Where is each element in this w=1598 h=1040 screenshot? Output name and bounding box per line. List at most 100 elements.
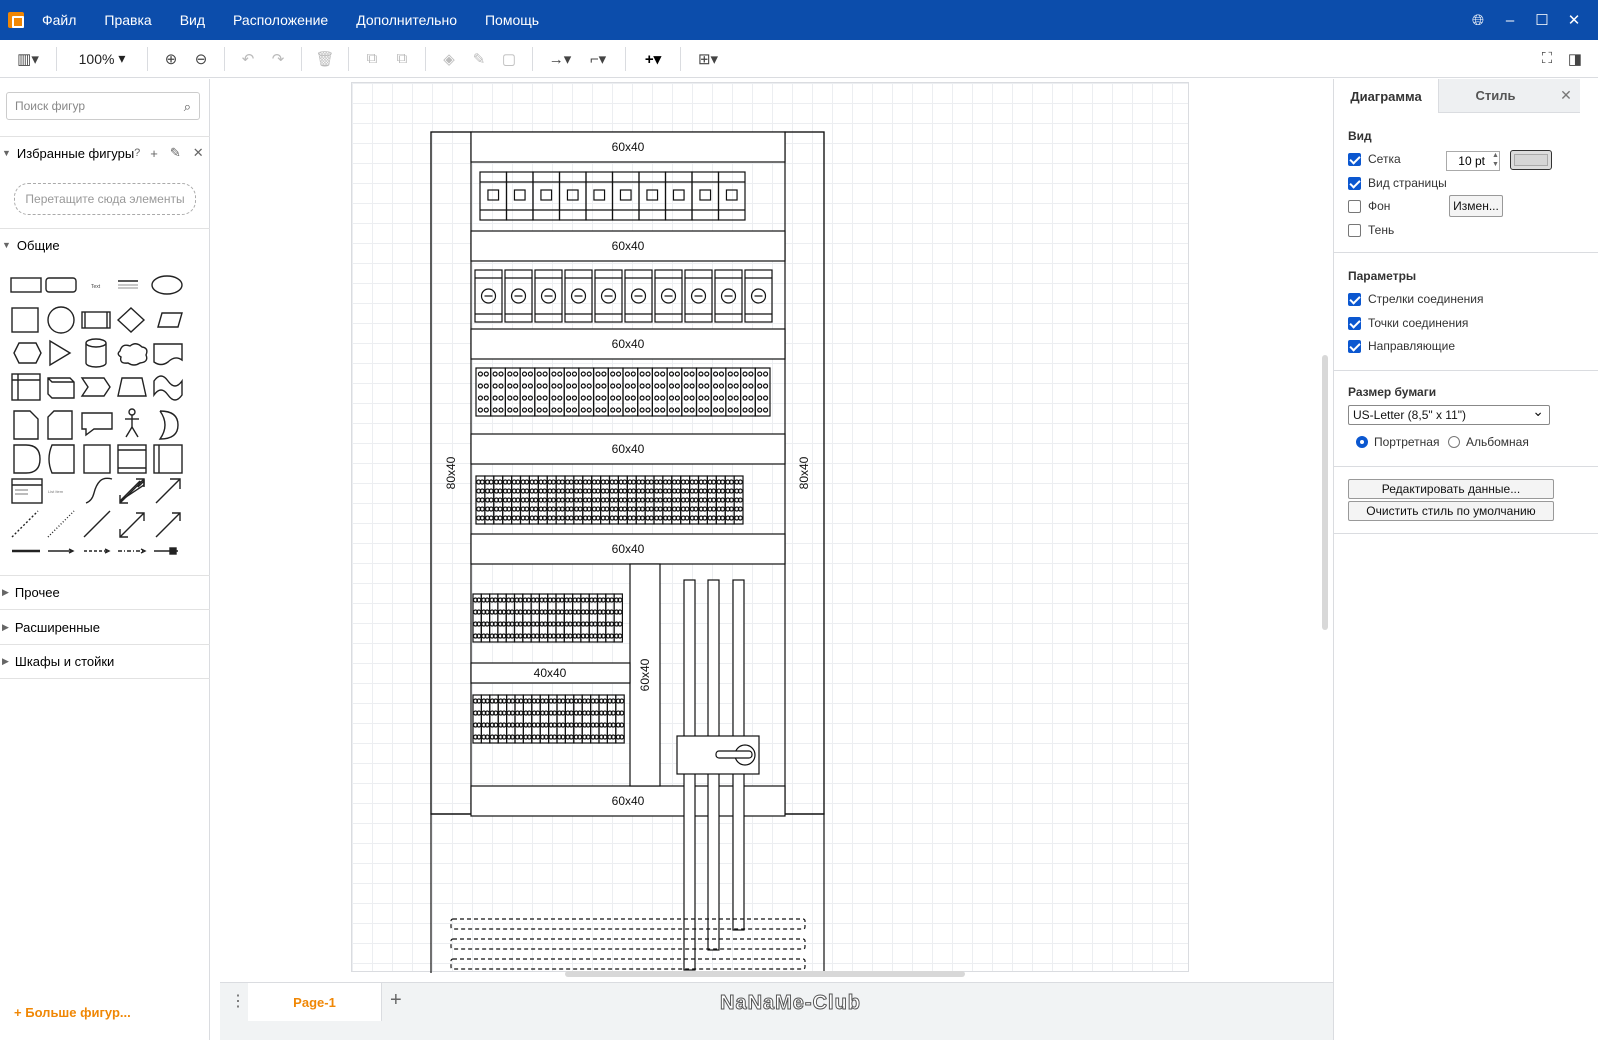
terminal-block[interactable] <box>513 593 524 643</box>
terminal-block[interactable] <box>580 593 590 643</box>
terminal-block[interactable] <box>538 593 549 643</box>
menu-arrange[interactable]: Расположение <box>233 12 328 28</box>
edit-icon[interactable]: ✎ <box>170 145 181 161</box>
circuit-breaker[interactable] <box>611 171 640 221</box>
other-header[interactable]: ▶ Прочее <box>0 576 210 608</box>
zoom-select[interactable]: 100% ▾ <box>67 46 137 72</box>
circuit-breaker[interactable] <box>479 171 508 221</box>
terminal-block[interactable] <box>548 694 558 744</box>
terminal-block[interactable] <box>514 694 524 744</box>
connection-icon[interactable]: →▾ <box>543 46 577 72</box>
shadow-checkbox[interactable]: Тень <box>1348 223 1394 237</box>
busbar-1[interactable] <box>683 579 696 971</box>
terminal-block[interactable] <box>666 367 683 417</box>
landscape-radio[interactable]: Альбомная <box>1448 435 1529 449</box>
close-icon[interactable]: ✕ <box>1552 79 1580 113</box>
advanced-header[interactable]: ▶ Расширенные <box>0 611 210 643</box>
menu-edit[interactable]: Правка <box>104 12 151 28</box>
undo-icon[interactable]: ↶ <box>235 46 261 72</box>
terminal-block[interactable] <box>706 475 717 525</box>
terminal-block[interactable] <box>519 475 530 525</box>
terminal-block[interactable] <box>622 367 639 417</box>
terminal-block[interactable] <box>522 593 532 643</box>
more-shapes-button[interactable]: + Больше фигур... <box>14 1005 131 1020</box>
globe-icon[interactable]: 🌐︎ <box>1462 12 1494 29</box>
terminal-block[interactable] <box>493 475 504 525</box>
terminal-block[interactable] <box>555 475 566 525</box>
terminal-block[interactable] <box>617 475 628 525</box>
terminal-block[interactable] <box>484 475 495 525</box>
terminal-block[interactable] <box>564 475 575 525</box>
terminal-block[interactable] <box>475 367 492 417</box>
terminal-block[interactable] <box>653 475 664 525</box>
tab-page-1[interactable]: Page-1 <box>248 983 382 1021</box>
fill-color-icon[interactable]: ◈ <box>436 46 462 72</box>
terminal-block[interactable] <box>608 475 619 525</box>
terminal-block[interactable] <box>556 694 566 744</box>
circuit-breaker[interactable] <box>532 171 561 221</box>
to-back-icon[interactable]: ⧉ <box>389 46 415 72</box>
terminal-block[interactable] <box>635 475 646 525</box>
terminal-block[interactable] <box>615 694 625 744</box>
vertical-scrollbar[interactable] <box>1322 355 1328 630</box>
grid-checkbox[interactable]: Сетка <box>1348 152 1401 166</box>
terminal-block[interactable] <box>651 367 668 417</box>
terminal-block[interactable] <box>578 367 595 417</box>
terminal-block[interactable] <box>497 694 508 744</box>
favorites-drop-zone[interactable]: Перетащите сюда элементы <box>14 183 196 215</box>
format-panel-icon[interactable]: ▥▾ <box>10 46 46 72</box>
terminal-block[interactable] <box>733 475 744 525</box>
insert-icon[interactable]: +▾ <box>636 46 670 72</box>
rcd-breaker[interactable] <box>474 269 503 323</box>
terminal-block[interactable] <box>564 694 575 744</box>
terminal-block[interactable] <box>671 475 682 525</box>
rcd-breaker[interactable] <box>654 269 683 323</box>
rcd-breaker[interactable] <box>624 269 653 323</box>
terminal-block[interactable] <box>502 475 513 525</box>
terminal-block[interactable] <box>715 475 726 525</box>
terminal-block[interactable] <box>530 593 541 643</box>
add-icon[interactable]: + <box>150 146 158 161</box>
terminal-block[interactable] <box>613 593 624 643</box>
terminal-block[interactable] <box>528 475 539 525</box>
diagram-canvas[interactable]: 60x40 60x40 60x40 60x40 60x40 60x40 40x4… <box>220 79 1333 979</box>
terminal-block[interactable] <box>504 367 521 417</box>
terminal-block[interactable] <box>681 367 698 417</box>
background-checkbox[interactable]: Фон <box>1348 199 1390 213</box>
rcd-breaker[interactable] <box>534 269 563 323</box>
terminal-block[interactable] <box>626 475 637 525</box>
stepper-icon[interactable]: ▲ ▼ <box>1492 151 1499 169</box>
diagram-page[interactable]: 60x40 60x40 60x40 60x40 60x40 60x40 40x4… <box>351 82 1189 979</box>
tab-style[interactable]: Стиль <box>1438 79 1552 113</box>
terminal-block[interactable] <box>593 367 609 417</box>
terminal-block[interactable] <box>725 367 742 417</box>
terminal-block[interactable] <box>480 593 491 643</box>
menu-view[interactable]: Вид <box>180 12 205 28</box>
terminal-block[interactable] <box>590 694 600 744</box>
rcd-breaker[interactable] <box>564 269 593 323</box>
circuit-breaker[interactable] <box>691 171 720 221</box>
terminal-block[interactable] <box>531 694 541 744</box>
racks-header[interactable]: ▶ Шкафы и стойки <box>0 645 210 677</box>
grid-color-swatch[interactable] <box>1510 150 1552 170</box>
terminal-block[interactable] <box>598 694 608 744</box>
add-page-icon[interactable]: + <box>390 989 402 1012</box>
terminal-block[interactable] <box>505 593 516 643</box>
circuit-breaker[interactable] <box>558 171 587 221</box>
terminal-block[interactable] <box>662 475 673 525</box>
to-front-icon[interactable]: ⧉ <box>359 46 385 72</box>
general-header[interactable]: ▼ Общие <box>0 229 210 261</box>
change-background-button[interactable]: Измен... <box>1449 195 1503 217</box>
line-color-icon[interactable]: ✎ <box>466 46 492 72</box>
din-rail-1[interactable] <box>450 918 806 930</box>
menu-extras[interactable]: Дополнительно <box>356 12 457 28</box>
terminal-block[interactable] <box>522 694 533 744</box>
terminal-block[interactable] <box>537 475 548 525</box>
close-icon[interactable]: ✕ <box>1558 11 1590 29</box>
page-view-checkbox[interactable]: Вид страницы <box>1348 176 1447 190</box>
zoom-out-icon[interactable]: ⊖ <box>188 46 214 72</box>
shapes-grid-icon[interactable]: Text List Item <box>8 271 198 561</box>
terminal-block[interactable] <box>472 694 482 744</box>
redo-icon[interactable]: ↷ <box>265 46 291 72</box>
terminal-block[interactable] <box>490 367 506 417</box>
